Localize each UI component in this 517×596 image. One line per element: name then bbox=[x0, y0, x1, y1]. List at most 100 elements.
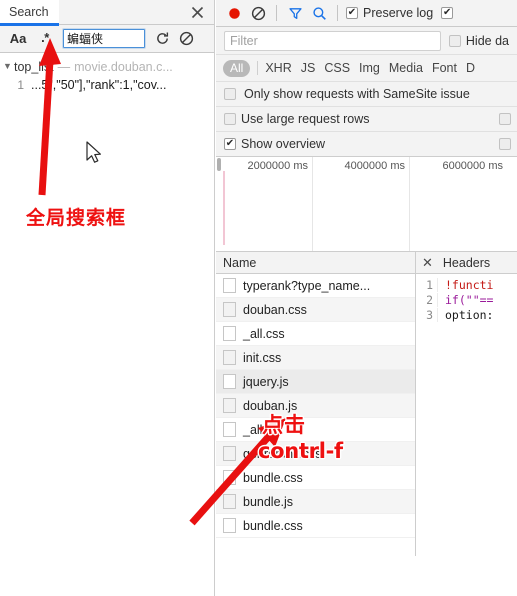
refresh-icon-glyph bbox=[156, 32, 168, 44]
request-table: Name typerank?type_name... douban.css _a… bbox=[216, 252, 416, 556]
type-filter-css[interactable]: CSS bbox=[324, 61, 350, 75]
samesite-label: Only show requests with SameSite issue bbox=[244, 87, 470, 101]
samesite-checkbox[interactable] bbox=[224, 88, 236, 100]
network-panel: ✔ Preserve log ✔ Filter Hide da All XHR … bbox=[216, 0, 517, 596]
record-icon[interactable] bbox=[222, 2, 246, 24]
type-filter-xhr[interactable]: XHR bbox=[265, 61, 291, 75]
disable-cache-checkbox[interactable]: ✔ bbox=[441, 7, 454, 19]
code-line-number: 3 bbox=[416, 307, 438, 322]
regex-button[interactable]: .* bbox=[32, 28, 58, 50]
close-icon-glyph bbox=[191, 6, 203, 18]
search-result-group[interactable]: ▼ top_list — movie.douban.c... bbox=[0, 58, 214, 76]
clear-no-entry-icon[interactable] bbox=[174, 28, 198, 50]
type-filter-all[interactable]: All bbox=[223, 59, 251, 77]
regex-label: .* bbox=[41, 29, 49, 45]
type-filter-divider bbox=[257, 61, 259, 75]
tab-headers[interactable]: Headers bbox=[443, 256, 490, 270]
clear-no-entry-icon[interactable] bbox=[246, 2, 270, 24]
close-icon[interactable]: ✕ bbox=[422, 255, 433, 271]
code-line-text: if(""== bbox=[445, 292, 494, 307]
close-icon[interactable] bbox=[188, 3, 206, 21]
hide-data-urls-label: Hide da bbox=[465, 33, 509, 48]
search-result-line[interactable]: 1 ...5","50"],"rank":1,"cov... bbox=[0, 76, 214, 94]
hide-data-urls-row[interactable]: Hide da bbox=[448, 33, 509, 48]
overview-tick-label-3: 6000000 ms bbox=[442, 160, 503, 172]
file-icon bbox=[223, 350, 236, 365]
code-line-number: 1 bbox=[416, 277, 438, 292]
overview-tick-2: 4000000 ms bbox=[313, 157, 410, 251]
search-icon-glyph bbox=[312, 6, 326, 20]
search-input[interactable] bbox=[62, 28, 146, 49]
tab-search[interactable]: Search bbox=[0, 0, 59, 26]
table-row[interactable]: bundle.css bbox=[216, 514, 415, 538]
network-toolbar: ✔ Preserve log ✔ bbox=[216, 0, 517, 27]
file-icon bbox=[223, 422, 236, 437]
preserve-log-label: Preserve log bbox=[363, 6, 434, 20]
match-case-button[interactable]: Aa bbox=[4, 28, 32, 50]
large-rows-row[interactable]: Use large request rows bbox=[224, 112, 370, 126]
table-row[interactable]: _all.css bbox=[216, 322, 415, 346]
annotation-ctrl-f: contrl-f bbox=[258, 439, 344, 464]
response-code-view[interactable]: 1 !functi 2 if(""== 3 option: bbox=[416, 274, 517, 322]
table-row[interactable]: init.css bbox=[216, 346, 415, 370]
show-overview-checkbox[interactable]: ✔ bbox=[224, 138, 236, 150]
annotation-click: 点击 bbox=[262, 413, 306, 438]
filter-funnel-icon[interactable] bbox=[283, 2, 307, 24]
show-overview-option-row: ✔ Show overview bbox=[216, 132, 517, 157]
table-row[interactable]: jquery.js bbox=[216, 370, 415, 394]
preserve-log-checkbox-row[interactable]: ✔ Preserve log bbox=[346, 6, 433, 20]
preserve-log-checkbox[interactable]: ✔ bbox=[346, 7, 358, 19]
type-filter-media[interactable]: Media bbox=[389, 61, 423, 75]
devtools-screenshot: Search Aa .* 蝙蝠侠 ▼ top_list — movie.doub… bbox=[0, 0, 517, 596]
network-overview[interactable]: 2000000 ms 4000000 ms 6000000 ms bbox=[216, 157, 517, 252]
column-header-name-label: Name bbox=[223, 255, 257, 270]
filter-input[interactable]: Filter bbox=[224, 30, 441, 51]
overview-tick-3: 6000000 ms bbox=[410, 157, 507, 251]
show-overview-right-checkbox[interactable] bbox=[499, 138, 511, 150]
code-line-number: 2 bbox=[416, 292, 438, 307]
code-line: 3 option: bbox=[416, 307, 517, 322]
table-row[interactable]: douban.js bbox=[216, 394, 415, 418]
table-row[interactable]: bundle.js bbox=[216, 490, 415, 514]
table-row[interactable]: douban.css bbox=[216, 298, 415, 322]
overview-tick-label-2: 4000000 ms bbox=[344, 160, 405, 172]
large-rows-label: Use large request rows bbox=[241, 112, 370, 126]
request-name: jquery.js bbox=[243, 374, 289, 389]
request-rows: typerank?type_name... douban.css _all.cs… bbox=[216, 274, 415, 538]
show-overview-label: Show overview bbox=[241, 137, 326, 151]
refresh-icon[interactable] bbox=[150, 28, 174, 50]
column-header-name[interactable]: Name bbox=[216, 252, 415, 274]
network-body: Name typerank?type_name... douban.css _a… bbox=[216, 252, 517, 556]
code-line: 2 if(""== bbox=[416, 292, 517, 307]
large-rows-checkbox[interactable] bbox=[224, 113, 236, 125]
type-filter-font[interactable]: Font bbox=[432, 61, 457, 75]
details-panel: ✕ Headers 1 !functi 2 if(""== 3 option: bbox=[416, 252, 517, 556]
code-line-text: option: bbox=[445, 307, 494, 322]
file-icon bbox=[223, 326, 236, 341]
request-name: douban.css bbox=[243, 302, 307, 317]
filter-funnel-icon-glyph bbox=[288, 7, 302, 19]
large-rows-option-row: Use large request rows bbox=[216, 107, 517, 132]
request-name: init.css bbox=[243, 350, 282, 365]
file-icon bbox=[223, 374, 236, 389]
request-name: bundle.css bbox=[243, 518, 303, 533]
record-icon-glyph bbox=[228, 7, 240, 19]
overview-tick-label-1: 2000000 ms bbox=[247, 160, 308, 172]
request-name: bundle.css bbox=[243, 470, 303, 485]
filter-row: Filter Hide da bbox=[216, 27, 517, 55]
type-filter-img[interactable]: Img bbox=[359, 61, 380, 75]
chevron-down-icon[interactable]: ▼ bbox=[3, 61, 14, 71]
hide-data-urls-checkbox[interactable] bbox=[448, 34, 461, 47]
file-icon bbox=[223, 494, 236, 509]
search-panel: Search Aa .* 蝙蝠侠 ▼ top_list — movie.doub… bbox=[0, 0, 215, 596]
search-magnifier-icon[interactable] bbox=[307, 2, 331, 24]
disable-cache-checkbox-row[interactable]: ✔ bbox=[441, 7, 454, 19]
table-row[interactable]: bundle.css bbox=[216, 466, 415, 490]
file-icon bbox=[223, 302, 236, 317]
table-row[interactable]: typerank?type_name... bbox=[216, 274, 415, 298]
type-filter-doc[interactable]: D bbox=[466, 61, 475, 75]
show-overview-row[interactable]: ✔ Show overview bbox=[224, 137, 325, 151]
type-filter-js[interactable]: JS bbox=[301, 61, 316, 75]
large-rows-right-checkbox[interactable] bbox=[499, 113, 511, 125]
search-result-dash: — bbox=[57, 60, 71, 74]
